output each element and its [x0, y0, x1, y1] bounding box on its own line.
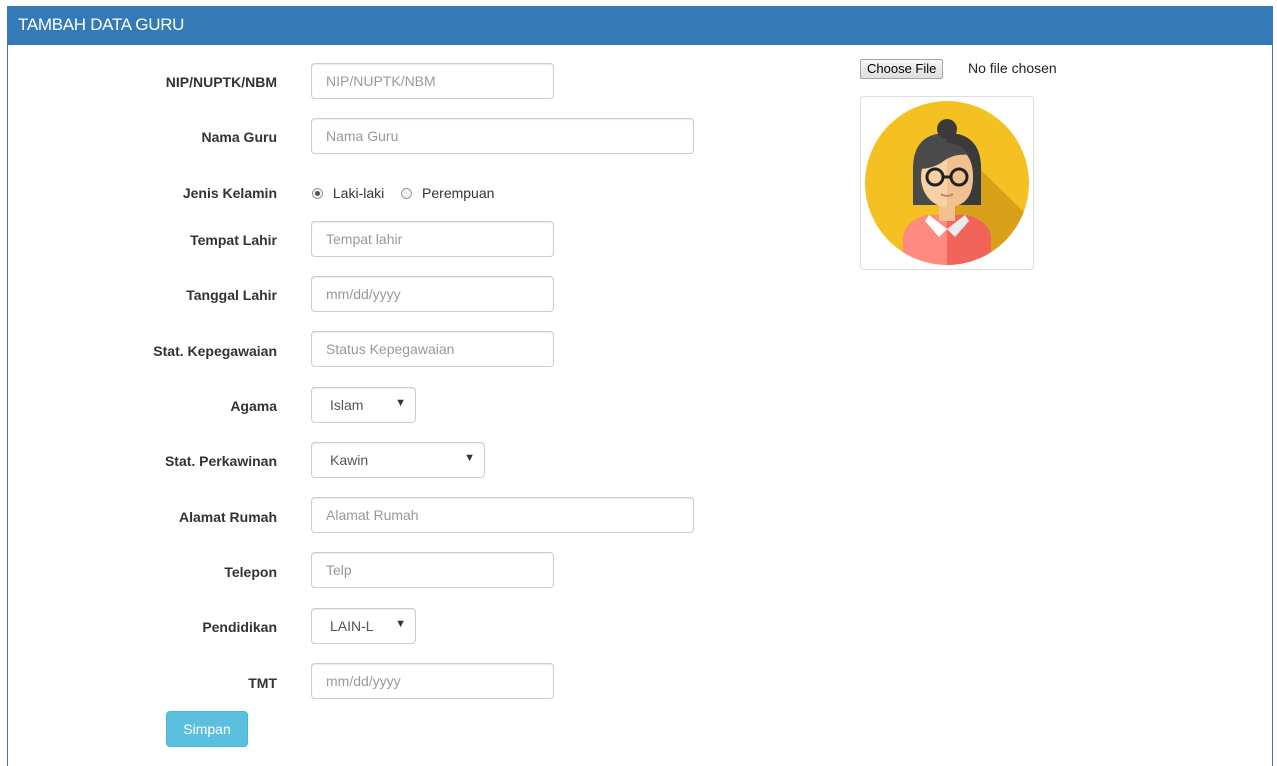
laki-laki-label: Laki-laki	[332, 185, 385, 201]
tanggal-lahir-input[interactable]	[311, 276, 554, 312]
status-perkawinan-label: Stat. Perkawinan	[164, 453, 277, 469]
status-kepegawaian-input[interactable]	[311, 331, 554, 367]
status-kepegawaian-label: Stat. Kepegawaian	[153, 343, 277, 359]
agama-select[interactable]: Islam ▼	[311, 387, 416, 423]
alamat-rumah-input[interactable]	[311, 497, 694, 533]
status-perkawinan-value: Kawin	[330, 452, 369, 468]
pendidikan-value: LAIN-L	[330, 618, 374, 634]
photo-thumbnail	[860, 96, 1034, 270]
pendidikan-select[interactable]: LAIN-L ▼	[311, 608, 416, 644]
nama-guru-input[interactable]	[311, 118, 694, 154]
nip-input[interactable]	[311, 63, 554, 99]
nama-label: Nama Guru	[201, 129, 277, 145]
tempat-lahir-input[interactable]	[311, 221, 554, 257]
pendidikan-label: Pendidikan	[202, 619, 277, 635]
tempat-lahir-label: Tempat Lahir	[190, 232, 277, 248]
choose-file-button[interactable]: Choose File	[860, 59, 944, 79]
simpan-button[interactable]: Simpan	[166, 711, 248, 747]
telepon-input[interactable]	[311, 552, 554, 588]
tmt-label: TMT	[248, 675, 277, 691]
perempuan-radio[interactable]	[401, 188, 413, 199]
jenis-kelamin-radio-group: Laki-laki Perempuan	[312, 185, 494, 201]
panel-title: TAMBAH DATA GURU	[8, 7, 1272, 45]
dropdown-arrow-icon: ▼	[395, 618, 406, 630]
jenis-kelamin-label: Jenis Kelamin	[182, 185, 277, 201]
dropdown-arrow-icon: ▼	[395, 397, 406, 409]
agama-label: Agama	[230, 398, 277, 414]
laki-laki-radio[interactable]	[312, 188, 323, 199]
tanggal-lahir-label: Tanggal Lahir	[186, 287, 277, 303]
perempuan-label: Perempuan	[422, 185, 495, 201]
telepon-label: Telepon	[224, 564, 277, 580]
tmt-input[interactable]	[311, 663, 554, 699]
agama-value: Islam	[330, 397, 364, 413]
file-status-text: No file chosen	[968, 60, 1057, 76]
dropdown-arrow-icon: ▼	[464, 452, 475, 464]
alamat-label: Alamat Rumah	[178, 509, 277, 525]
status-perkawinan-select[interactable]: Kawin ▼	[311, 442, 485, 478]
nip-label: NIP/NUPTK/NBM	[165, 74, 277, 90]
female-teacher-avatar-icon	[865, 101, 1029, 265]
